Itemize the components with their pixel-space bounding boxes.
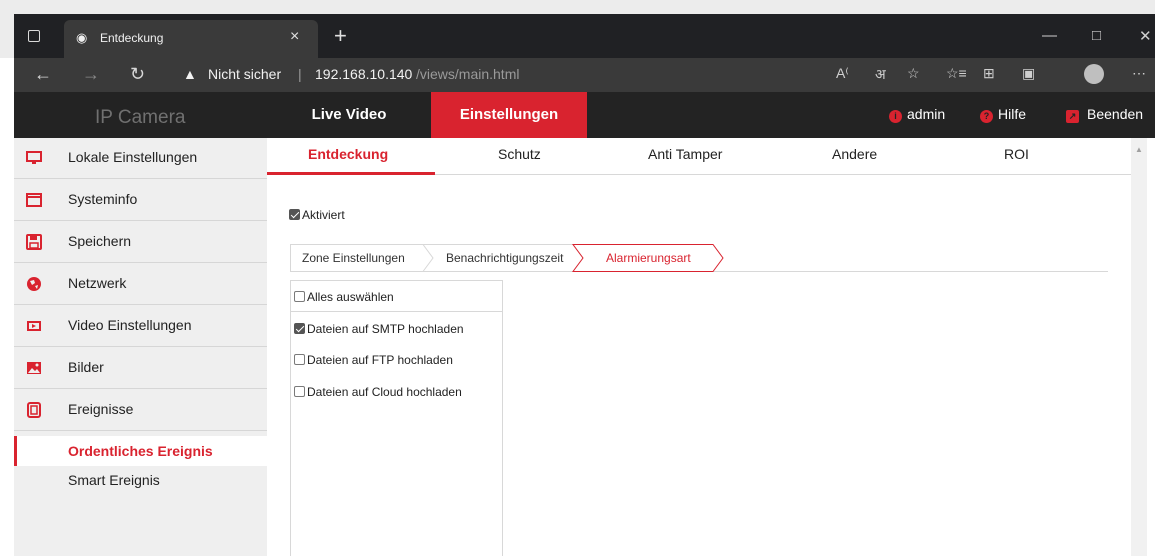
checkbox-checked-icon — [289, 209, 300, 220]
url-separator: | — [298, 66, 302, 82]
smtp-upload-label: Dateien auf SMTP hochladen — [307, 322, 464, 336]
sidebar-item-netzwerk[interactable]: Netzwerk — [14, 264, 267, 305]
sidebar-item-label: Ereignisse — [68, 401, 134, 417]
sidebar-subitem-ordentliches-ereignis[interactable]: Ordentliches Ereignis — [14, 436, 267, 466]
ftp-upload-label: Dateien auf FTP hochladen — [307, 353, 453, 367]
close-window-icon[interactable]: ✕ — [1139, 27, 1152, 45]
sidebar-item-label: Lokale Einstellungen — [68, 149, 198, 165]
sidebar-item-label: Speichern — [68, 233, 132, 249]
browser-tab[interactable]: ◉ Entdeckung × — [64, 20, 318, 58]
cloud-upload-label: Dateien auf Cloud hochladen — [307, 385, 462, 399]
tab-actions-icon[interactable] — [28, 30, 40, 42]
tab-roi[interactable]: ROI — [1004, 146, 1029, 162]
save-icon — [26, 234, 42, 250]
forward-icon[interactable]: → — [82, 64, 100, 85]
globe-icon — [27, 277, 41, 291]
nav-tab-einstellungen[interactable]: Einstellungen — [431, 92, 587, 138]
more-menu-icon[interactable]: ⋯ — [1132, 65, 1146, 82]
security-status[interactable]: Nicht sicher — [208, 66, 281, 82]
cloud-upload-checkbox[interactable]: Dateien auf Cloud hochladen — [294, 385, 462, 399]
sidebar-item-systeminfo[interactable]: Systeminfo — [14, 180, 267, 221]
scroll-up-icon[interactable]: ▲ — [1135, 145, 1143, 154]
logout-link[interactable]: Beenden — [1087, 106, 1143, 122]
smtp-upload-checkbox[interactable]: Dateien auf SMTP hochladen — [294, 322, 464, 336]
url-path[interactable]: /views/main.html — [416, 66, 519, 82]
active-tab-indicator — [267, 172, 435, 175]
sidebar-item-label: Bilder — [68, 359, 104, 375]
enabled-checkbox[interactable]: Aktiviert — [289, 208, 345, 222]
step-alarmierungsart[interactable]: Alarmierungsart — [606, 244, 691, 272]
sidebar-item-label: Netzwerk — [68, 275, 127, 291]
close-tab-icon[interactable]: × — [290, 28, 299, 46]
favorite-add-icon[interactable]: ☆ — [907, 65, 920, 82]
select-all-label: Alles auswählen — [307, 290, 394, 304]
favorites-icon[interactable]: ☆≡ — [946, 65, 967, 82]
ftp-upload-checkbox[interactable]: Dateien auf FTP hochladen — [294, 353, 453, 367]
nav-tab-live-video[interactable]: Live Video — [267, 92, 431, 138]
new-tab-icon[interactable]: + — [334, 25, 347, 47]
maximize-icon[interactable]: □ — [1092, 27, 1101, 44]
sidebar-item-speichern[interactable]: Speichern — [14, 222, 267, 263]
vertical-scrollbar[interactable] — [1131, 138, 1147, 556]
sidebar-subitem-label: Ordentliches Ereignis — [68, 443, 213, 459]
sidebar-item-label: Video Einstellungen — [68, 317, 192, 333]
sidebar-item-bilder[interactable]: Bilder — [14, 348, 267, 389]
video-icon — [27, 321, 41, 331]
browser-essentials-icon[interactable]: ▣ — [1022, 65, 1035, 82]
help-icon: ? — [980, 110, 993, 123]
help-link[interactable]: Hilfe — [998, 106, 1026, 122]
reload-icon[interactable]: ↻ — [130, 64, 145, 85]
checkbox-unchecked-icon — [294, 291, 305, 302]
camera-favicon-icon: ◉ — [76, 30, 88, 45]
sidebar-item-lokale-einstellungen[interactable]: Lokale Einstellungen — [14, 138, 267, 179]
tab-entdeckung[interactable]: Entdeckung — [308, 146, 388, 162]
user-menu[interactable]: admin — [907, 106, 945, 122]
enabled-label: Aktiviert — [302, 208, 345, 222]
events-icon — [27, 402, 41, 418]
tab-anti-tamper[interactable]: Anti Tamper — [648, 146, 722, 162]
sidebar-subitem-label: Smart Ereignis — [68, 472, 160, 488]
brand-title: IP Camera — [95, 107, 186, 128]
image-icon — [27, 362, 41, 374]
back-icon[interactable]: ← — [34, 64, 52, 85]
sidebar-subitem-smart-ereignis[interactable]: Smart Ereignis — [14, 465, 267, 495]
logout-icon: ↗ — [1066, 110, 1079, 123]
tab-schutz[interactable]: Schutz — [498, 146, 541, 162]
url-host[interactable]: 192.168.10.140 — [315, 66, 412, 82]
minimize-icon[interactable]: — — [1042, 27, 1057, 44]
sidebar-item-video-einstellungen[interactable]: Video Einstellungen — [14, 306, 267, 347]
tab-title: Entdeckung — [100, 31, 164, 45]
select-all-checkbox[interactable]: Alles auswählen — [294, 290, 394, 304]
read-aloud-icon[interactable]: A⁽ — [836, 65, 849, 82]
tab-andere[interactable]: Andere — [832, 146, 877, 162]
window-icon — [26, 193, 42, 207]
profile-avatar-icon[interactable] — [1084, 64, 1104, 84]
checkbox-checked-icon — [294, 323, 305, 334]
user-icon: i — [889, 110, 902, 123]
translate-icon[interactable]: अ — [875, 65, 886, 84]
step-benachrichtigungszeit[interactable]: Benachrichtigungszeit — [446, 244, 563, 272]
collections-icon[interactable]: ⊞ — [983, 65, 995, 82]
sidebar-item-label: Systeminfo — [68, 191, 138, 207]
checkbox-unchecked-icon — [294, 386, 305, 397]
monitor-icon — [26, 151, 42, 164]
warning-icon[interactable]: ▲ — [183, 66, 197, 82]
sidebar-item-ereignisse[interactable]: Ereignisse — [14, 390, 267, 431]
step-zone-einstellungen[interactable]: Zone Einstellungen — [302, 244, 405, 272]
checkbox-unchecked-icon — [294, 354, 305, 365]
